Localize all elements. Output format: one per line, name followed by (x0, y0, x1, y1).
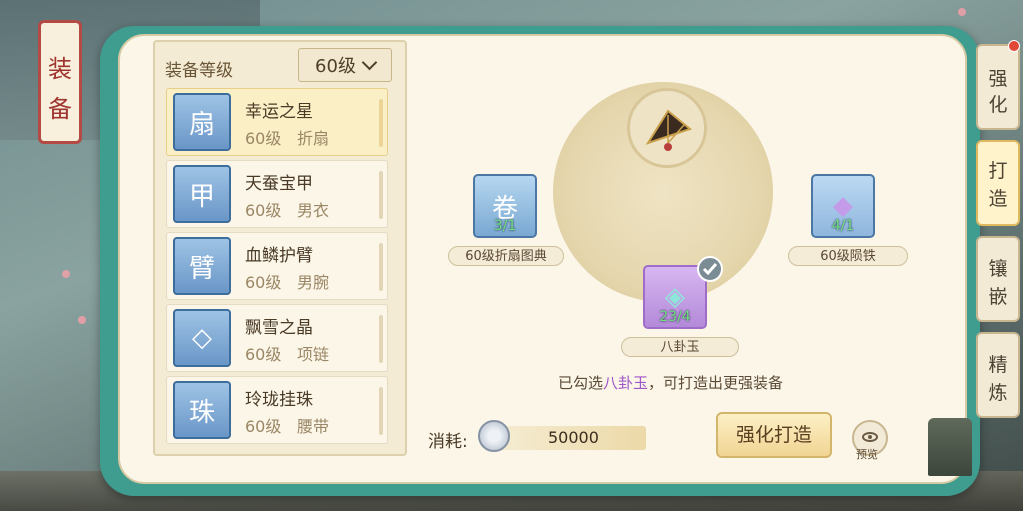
item-name: 玲珑挂珠 (245, 390, 313, 410)
lantern-decor (928, 418, 972, 476)
crystal-necklace-icon: ◇ (173, 309, 231, 367)
preview-label: 预览 (856, 448, 878, 461)
hint-prefix: 已勾选 (558, 374, 604, 392)
bracer-icon: 臂 (173, 237, 231, 295)
item-level: 60级 (245, 273, 282, 292)
tab-label: 嵌 (988, 286, 1008, 308)
material-count: 3/1 (493, 218, 517, 234)
tab-label: 炼 (988, 382, 1008, 404)
item-scroll-indicator (379, 99, 383, 147)
tab-label: 打 (988, 160, 1008, 182)
blossom-decor (62, 270, 70, 278)
title-char: 装 (48, 55, 72, 83)
blossom-decor (78, 316, 86, 324)
title-banner: 装 备 (38, 20, 82, 144)
equipment-list-item[interactable]: 甲 天蚕宝甲 60级 男衣 (166, 160, 388, 228)
material-label: 八卦玉 (621, 337, 739, 357)
tab-label: 造 (988, 188, 1008, 210)
armor-icon: 甲 (173, 165, 231, 223)
item-name: 幸运之星 (245, 102, 313, 122)
item-level: 60级 (245, 345, 282, 364)
hint-highlight: 八卦玉 (603, 374, 649, 392)
forge-button[interactable]: 强化打造 (716, 412, 832, 458)
cost-label: 消耗: (428, 432, 468, 452)
forge-hint: 已勾选八卦玉，可打造出更强装备 (558, 372, 783, 393)
item-level: 60级 (245, 417, 282, 436)
level-dropdown-value: 60级 (315, 56, 356, 77)
folding-fan-icon: 扇 (173, 93, 231, 151)
folding-fan-icon (645, 109, 693, 151)
equipment-list-item[interactable]: 扇 幸运之星 60级 折扇 (166, 88, 388, 156)
tab-inlay[interactable]: 镶 嵌 (976, 236, 1020, 322)
item-name: 天蚕宝甲 (245, 174, 313, 194)
blossom-decor (958, 8, 966, 16)
item-name: 飘雪之晶 (245, 318, 313, 338)
material-slot-scroll[interactable]: 卷 3/1 (473, 174, 537, 238)
tab-label: 化 (988, 94, 1008, 116)
cost-value: 50000 (548, 428, 599, 447)
item-scroll-indicator (379, 243, 383, 291)
notification-dot (1008, 40, 1020, 52)
equipment-list-item[interactable]: 珠 玲珑挂珠 60级 腰带 (166, 376, 388, 444)
equipment-list-item[interactable]: ◇ 飘雪之晶 60级 项链 (166, 304, 388, 372)
title-char: 备 (48, 95, 72, 123)
silver-coin-icon (478, 420, 510, 452)
tab-forge[interactable]: 打 造 (976, 140, 1020, 226)
equipment-list-item[interactable]: 臂 血鳞护臂 60级 男腕 (166, 232, 388, 300)
item-type: 男腕 (297, 273, 330, 292)
tab-label: 强 (988, 68, 1008, 90)
item-level: 60级 (245, 201, 282, 220)
item-type: 折扇 (297, 129, 330, 148)
chevron-down-icon (361, 54, 378, 71)
item-level: 60级 (245, 129, 282, 148)
belt-charm-icon: 珠 (173, 381, 231, 439)
material-slot-ore[interactable]: ◆ 4/1 (811, 174, 875, 238)
hint-suffix: ，可打造出更强装备 (648, 374, 784, 392)
eye-icon (862, 432, 878, 442)
material-count: 23/4 (659, 309, 691, 325)
item-name: 血鳞护臂 (245, 246, 313, 266)
item-type: 腰带 (297, 417, 330, 436)
material-label: 60级陨铁 (788, 246, 908, 266)
item-scroll-indicator (379, 315, 383, 363)
level-dropdown[interactable]: 60级 (298, 48, 392, 82)
item-type: 项链 (297, 345, 330, 364)
item-scroll-indicator (379, 387, 383, 435)
tab-label: 镶 (988, 258, 1008, 280)
list-title: 装备等级 (165, 61, 233, 81)
material-label: 60级折扇图典 (448, 246, 564, 266)
tab-refine[interactable]: 精 炼 (976, 332, 1020, 418)
item-scroll-indicator (379, 171, 383, 219)
tab-strengthen[interactable]: 强 化 (976, 44, 1020, 130)
checkmark-icon[interactable] (697, 256, 723, 282)
tab-label: 精 (988, 354, 1008, 376)
item-type: 男衣 (297, 201, 330, 220)
material-count: 4/1 (831, 218, 855, 234)
